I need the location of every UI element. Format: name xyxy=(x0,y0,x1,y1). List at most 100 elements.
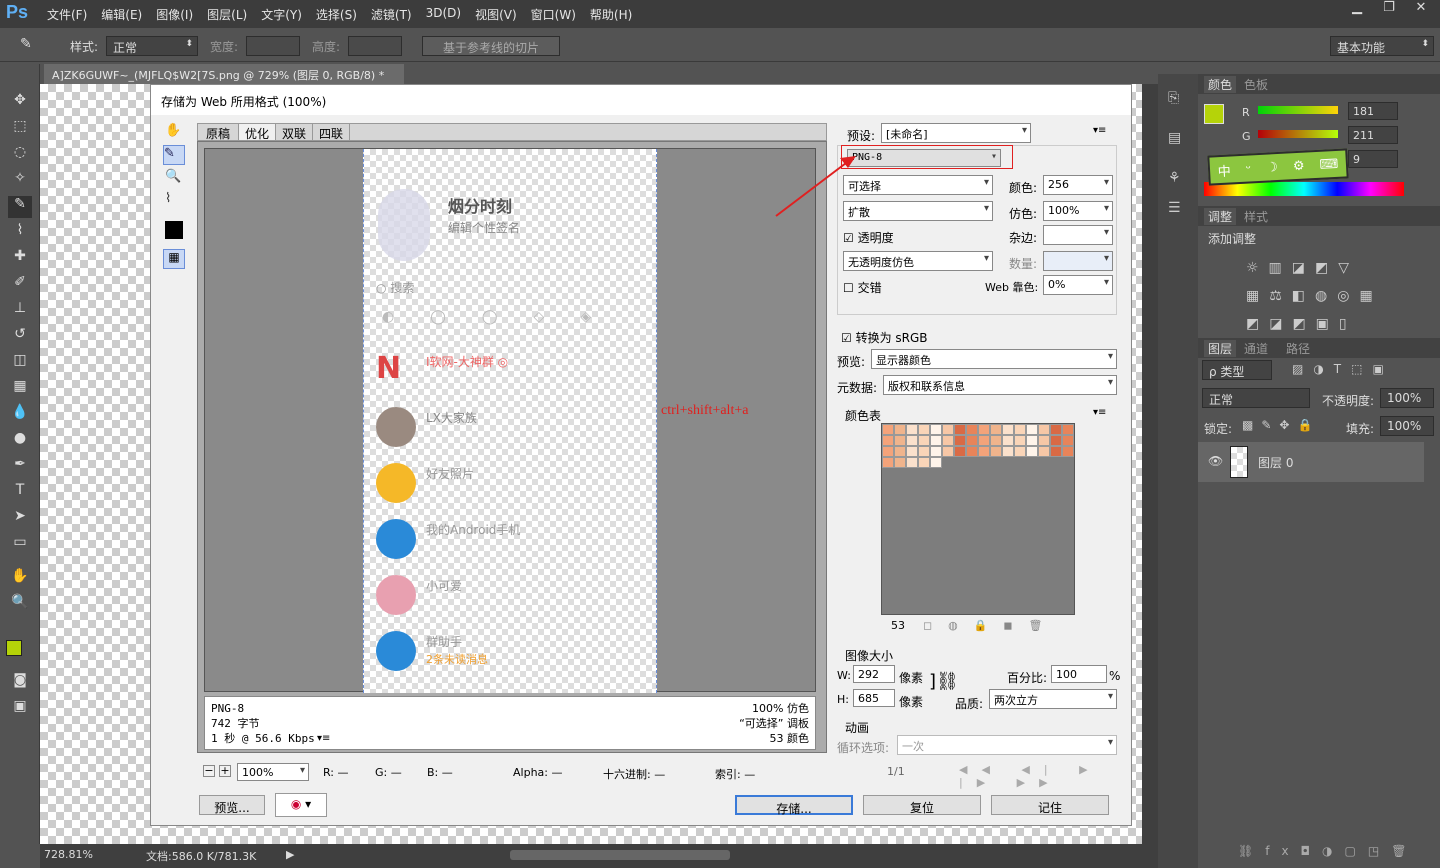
color-swatch[interactable] xyxy=(918,457,930,468)
b-input[interactable]: 9 xyxy=(1348,150,1398,168)
color-swatch[interactable] xyxy=(978,435,990,446)
marquee-tool-icon[interactable]: ⬚ xyxy=(8,118,32,140)
tab-paths[interactable]: 路径 xyxy=(1286,340,1310,357)
menu-file[interactable]: 文件(F) xyxy=(40,0,94,28)
stamp-tool-icon[interactable]: ⊥ xyxy=(8,300,32,322)
color-table-actions[interactable]: ◻◍🔒◼🗑 xyxy=(923,619,1059,632)
quality-dropdown[interactable]: 两次立方 ▾ xyxy=(989,689,1117,709)
color-swatch[interactable] xyxy=(966,446,978,457)
reset-button[interactable]: 复位 xyxy=(863,795,981,815)
g-slider[interactable] xyxy=(1258,130,1338,138)
color-swatch[interactable] xyxy=(978,424,990,435)
transparency-checkbox[interactable]: ☑ 透明度 xyxy=(843,229,894,246)
menu-image[interactable]: 图像(I) xyxy=(149,0,200,28)
properties-icon[interactable]: ☰ xyxy=(1168,200,1181,216)
slice-tool-icon[interactable]: ✎ xyxy=(8,196,32,218)
magic-wand-icon[interactable]: ✧ xyxy=(8,170,32,192)
style-dropdown[interactable]: 正常 ⬍ xyxy=(106,36,198,56)
zoom-tool-icon[interactable]: 🔍 xyxy=(8,594,32,616)
history-brush-icon[interactable]: ↺ xyxy=(8,326,32,348)
color-swatch[interactable] xyxy=(1014,446,1026,457)
color-swatch[interactable] xyxy=(1002,424,1014,435)
color-swatch[interactable] xyxy=(930,457,942,468)
color-swatch[interactable] xyxy=(1002,446,1014,457)
fill-input[interactable]: 100% xyxy=(1380,416,1434,436)
color-swatch[interactable] xyxy=(894,424,906,435)
tab-4up[interactable]: 四联 xyxy=(313,124,351,141)
hand-icon[interactable]: ✋ xyxy=(165,123,185,141)
color-swatch[interactable] xyxy=(894,457,906,468)
layer-row[interactable]: 👁 图层 0 xyxy=(1198,442,1424,482)
preset-dropdown[interactable]: [未命名] ▾ xyxy=(881,123,1031,143)
srgb-checkbox[interactable]: ☑ 转换为 sRGB xyxy=(841,329,928,346)
loop-dropdown[interactable]: 一次 ▾ xyxy=(897,735,1117,755)
matte-dropdown[interactable]: ▾ xyxy=(1043,225,1113,245)
color-swatch[interactable] xyxy=(882,424,894,435)
color-swatch[interactable] xyxy=(1026,446,1038,457)
color-swatch[interactable] xyxy=(894,446,906,457)
guide-slices-button[interactable]: 基于参考线的切片 xyxy=(422,36,560,56)
dither-dropdown[interactable]: 扩散 ▾ xyxy=(843,201,993,221)
slice-select-icon[interactable]: ✎ xyxy=(163,145,185,165)
color-swatch[interactable] xyxy=(1026,424,1038,435)
color-table-menu-icon[interactable]: ▾≡ xyxy=(1093,407,1106,418)
constrain-link-icon[interactable]: ]⛓ xyxy=(929,671,959,692)
zoom-icon[interactable]: 🔍 xyxy=(165,169,185,187)
color-swatch[interactable] xyxy=(1062,435,1074,446)
brush-tool-icon[interactable]: ✐ xyxy=(8,274,32,296)
color-swatch[interactable] xyxy=(1014,435,1026,446)
color-swatch[interactable] xyxy=(954,435,966,446)
color-swatch[interactable] xyxy=(990,435,1002,446)
move-tool-icon[interactable]: ✥ xyxy=(8,92,32,114)
color-swatch[interactable] xyxy=(978,446,990,457)
color-swatch[interactable] xyxy=(942,424,954,435)
color-swatch[interactable] xyxy=(930,424,942,435)
color-swatch[interactable] xyxy=(942,435,954,446)
preview-dropdown[interactable]: 显示器颜色 ▾ xyxy=(871,349,1117,369)
foreground-color-swatch[interactable] xyxy=(6,640,22,656)
info-icon[interactable]: ▤ xyxy=(1168,130,1181,146)
color-swatch[interactable] xyxy=(1062,424,1074,435)
blur-tool-icon[interactable]: 💧 xyxy=(8,404,32,426)
animation-controls[interactable]: ◀◀ ◀| ▶ |▶ ▶▶ xyxy=(959,763,1121,789)
color-swatch[interactable] xyxy=(918,435,930,446)
workspace-dropdown[interactable]: 基本功能 ⬍ xyxy=(1330,36,1434,56)
eyedropper-color-swatch[interactable] xyxy=(165,221,183,239)
document-tab[interactable]: A]ZK6GUWF~_(MJFLQ$W2[7S.png @ 729% (图层 0… xyxy=(44,64,404,96)
ime-punct-icon[interactable]: ᵕ xyxy=(1245,161,1251,176)
brush-icon[interactable]: ⚘ xyxy=(1168,170,1181,186)
color-table[interactable] xyxy=(881,423,1075,615)
remember-button[interactable]: 记住 xyxy=(991,795,1109,815)
speed-menu-icon[interactable]: ▾≡ xyxy=(317,733,330,744)
color-swatch[interactable] xyxy=(1050,424,1062,435)
color-swatch[interactable] xyxy=(918,446,930,457)
interlaced-checkbox[interactable]: ☐ 交错 xyxy=(843,279,882,296)
dither-input[interactable]: 100% ▾ xyxy=(1043,201,1113,221)
color-swatch[interactable] xyxy=(894,435,906,446)
toggle-slices-icon[interactable]: ▦ xyxy=(163,249,185,269)
color-swatch[interactable] xyxy=(954,424,966,435)
lasso-tool-icon[interactable]: ◌ xyxy=(8,144,32,166)
color-swatch[interactable] xyxy=(990,446,1002,457)
fg-color-swatch[interactable] xyxy=(1204,104,1224,124)
adjustment-icons[interactable]: ☼▥◪◩▽ ▦⚖◧◍◎▦ ◩◪◩▣▯ xyxy=(1246,254,1406,338)
g-input[interactable]: 211 xyxy=(1348,126,1398,144)
eyedropper-icon[interactable]: ⌇ xyxy=(165,191,185,209)
pen-tool-icon[interactable]: ✒ xyxy=(8,456,32,478)
shape-tool-icon[interactable]: ▭ xyxy=(8,534,32,556)
vertical-scrollbar[interactable] xyxy=(1142,84,1158,844)
r-input[interactable]: 181 xyxy=(1348,102,1398,120)
preview-area[interactable]: 烟分时刻 编辑个性签名 ○ 搜索 ◐◯◯◇◈ N I软网-大神群 ◎ LX大家族… xyxy=(197,141,827,753)
menu-select[interactable]: 选择(S) xyxy=(309,0,364,28)
healing-brush-icon[interactable]: ✚ xyxy=(8,248,32,270)
color-swatch[interactable] xyxy=(1038,424,1050,435)
eraser-tool-icon[interactable]: ◫ xyxy=(8,352,32,374)
color-swatch[interactable] xyxy=(1050,435,1062,446)
color-swatch[interactable] xyxy=(906,446,918,457)
menu-window[interactable]: 窗口(W) xyxy=(524,0,583,28)
dodge-tool-icon[interactable]: ● xyxy=(8,430,32,452)
color-swatch[interactable] xyxy=(930,435,942,446)
menu-layer[interactable]: 图层(L) xyxy=(200,0,254,28)
zoom-in-button[interactable]: + xyxy=(219,765,231,777)
tab-layers[interactable]: 图层 xyxy=(1204,340,1237,357)
